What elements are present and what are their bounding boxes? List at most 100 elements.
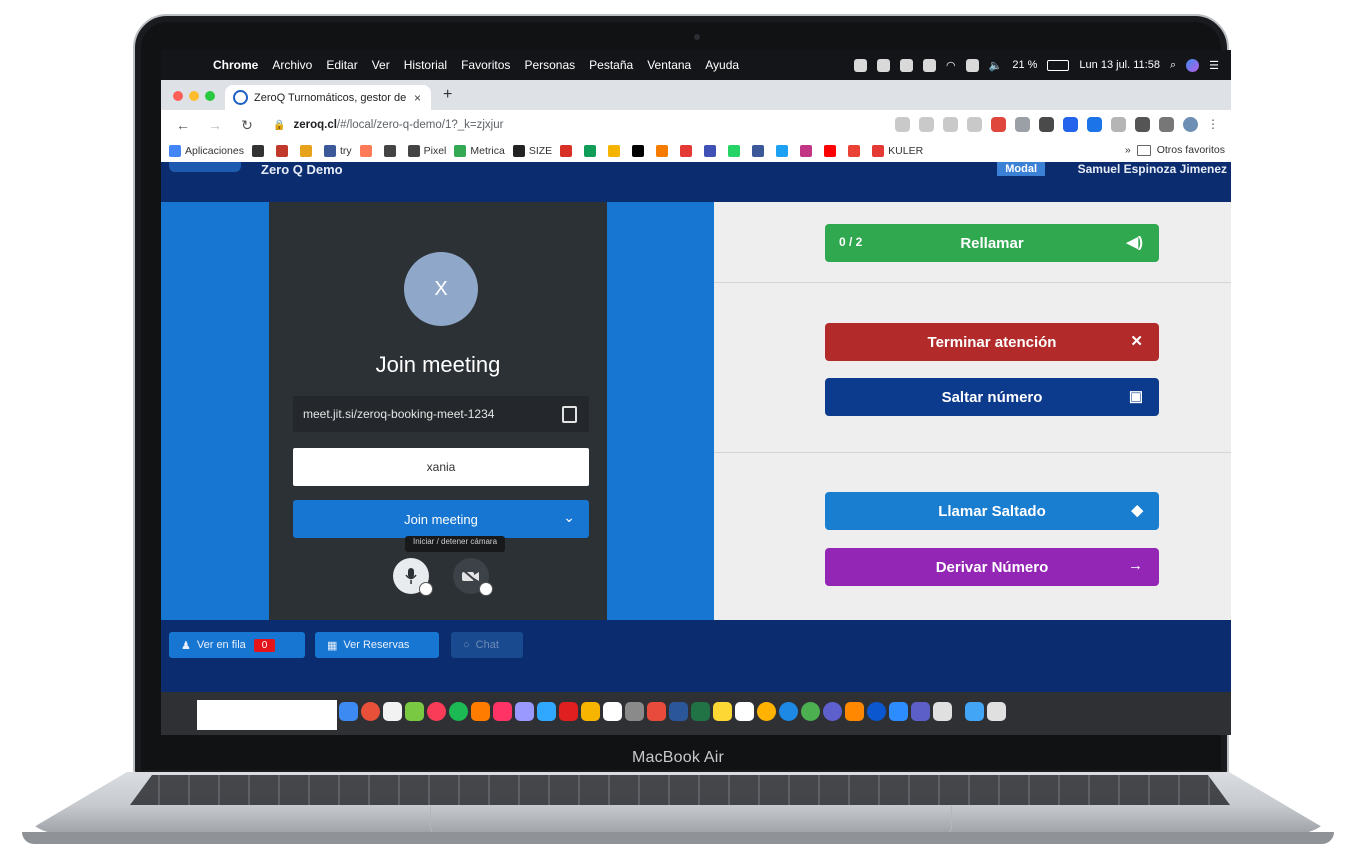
finish-attention-button[interactable]: Terminar atención ✕ [825, 323, 1159, 361]
bookmark[interactable] [632, 145, 648, 157]
calendar-app-icon[interactable] [383, 702, 402, 721]
add-icon[interactable] [919, 117, 934, 132]
vlc-icon[interactable] [845, 702, 864, 721]
display-name-input[interactable]: xania [293, 448, 589, 486]
teams-icon[interactable] [911, 702, 930, 721]
safari-icon[interactable] [779, 702, 798, 721]
bookmark[interactable] [299, 145, 316, 157]
notion-icon[interactable] [603, 702, 622, 721]
reload-icon[interactable]: ↻ [237, 117, 257, 134]
menu-item[interactable]: Historial [404, 58, 447, 72]
address-bar[interactable]: 🔒 zeroq.cl /#/local/zero-q-demo/1?_k=zjx… [273, 114, 853, 136]
word-icon[interactable] [669, 702, 688, 721]
extension-icon[interactable] [1087, 117, 1102, 132]
menu-item[interactable]: Ventana [647, 58, 691, 72]
other-bookmarks[interactable]: Otros favoritos [1157, 144, 1225, 156]
bookmark-pixel[interactable]: Pixel [407, 145, 446, 157]
camera-button[interactable] [453, 558, 493, 596]
lock-icon[interactable]: 🔒 [273, 120, 285, 131]
textedit-icon[interactable] [735, 702, 754, 721]
notes-icon[interactable] [713, 702, 732, 721]
menu-app-name[interactable]: Chrome [213, 58, 258, 72]
bookmark[interactable] [800, 145, 816, 157]
chrome-menu-icon[interactable]: ⋮ [1207, 117, 1219, 132]
downloads-folder-icon[interactable] [965, 702, 984, 721]
menu-item[interactable]: Favoritos [461, 58, 510, 72]
view-queue-button[interactable]: ♟ Ver en fila 0 [169, 632, 305, 658]
copy-icon[interactable] [562, 406, 577, 423]
back-icon[interactable]: ← [173, 117, 193, 133]
extension-icon[interactable] [1063, 117, 1078, 132]
battery-percent[interactable]: 21 % [1012, 59, 1037, 71]
browser-tab[interactable]: ZeroQ Turnomáticos, gestor de × [225, 85, 431, 110]
extension-icon[interactable] [991, 117, 1006, 132]
status-icon[interactable] [900, 58, 914, 72]
volume-icon[interactable]: 🔈 [989, 59, 1003, 72]
finder-icon[interactable] [339, 702, 358, 721]
airplay-icon[interactable] [965, 58, 979, 72]
new-tab-button[interactable]: + [443, 86, 452, 104]
settings-badge[interactable] [419, 582, 433, 596]
messenger-icon[interactable] [823, 702, 842, 721]
chat-button[interactable]: ○ Chat [451, 632, 523, 658]
reading-list-icon[interactable] [1159, 117, 1174, 132]
profile-avatar[interactable] [1183, 117, 1198, 132]
more-bookmarks-icon[interactable]: » [1125, 144, 1131, 156]
siri-icon[interactable] [1186, 58, 1200, 72]
bookmark-apps[interactable]: Aplicaciones [169, 145, 244, 157]
chrome-icon[interactable] [361, 702, 380, 721]
menu-item[interactable]: Personas [524, 58, 575, 72]
forward-icon[interactable]: → [205, 117, 225, 133]
photoshop-icon[interactable] [537, 702, 556, 721]
bookmark[interactable] [383, 145, 400, 157]
battery-icon[interactable] [1047, 59, 1070, 71]
zeroq-logo[interactable] [169, 162, 241, 172]
bookmark[interactable] [359, 145, 376, 157]
close-tab-icon[interactable]: × [414, 91, 421, 105]
status-icon[interactable] [877, 58, 891, 72]
menubar-clock[interactable]: Lun 13 jul. 11:58 [1079, 59, 1160, 71]
extension-icon[interactable] [1015, 117, 1030, 132]
bookmark[interactable] [704, 145, 720, 157]
spotify-icon[interactable] [449, 702, 468, 721]
menu-item[interactable]: Editar [326, 58, 357, 72]
close-window-button[interactable] [173, 91, 183, 101]
user-name[interactable]: Samuel Espinoza Jimenez [1078, 162, 1227, 176]
star-icon[interactable] [967, 117, 982, 132]
spotlight-icon[interactable]: ⌕ [1170, 59, 1176, 72]
menu-item[interactable]: Pestaña [589, 58, 633, 72]
join-meeting-button[interactable]: Join meeting ⌄ [293, 500, 589, 538]
whatsapp-icon[interactable] [801, 702, 820, 721]
extension-icon[interactable] [1111, 117, 1126, 132]
call-skipped-button[interactable]: Llamar Saltado ◆ [825, 492, 1159, 530]
bookmark-metrica[interactable]: Metrica [454, 145, 505, 157]
indesign-icon[interactable] [493, 702, 512, 721]
recall-button[interactable]: 0 / 2 Rellamar ◀) [825, 224, 1159, 262]
edge-icon[interactable] [867, 702, 886, 721]
excel-icon[interactable] [691, 702, 710, 721]
powerpoint-icon[interactable] [647, 702, 666, 721]
zoom-icon[interactable] [889, 702, 908, 721]
bookmark[interactable] [560, 145, 576, 157]
illustrator-icon[interactable] [471, 702, 490, 721]
system-preferences-icon[interactable] [933, 702, 952, 721]
transfer-number-button[interactable]: Derivar Número → [825, 548, 1159, 586]
trash-icon[interactable] [987, 702, 1006, 721]
menu-item[interactable]: Archivo [272, 58, 312, 72]
zoom-icon[interactable] [943, 117, 958, 132]
premiere-icon[interactable] [515, 702, 534, 721]
extension-icon[interactable] [1039, 117, 1054, 132]
bookmark[interactable] [776, 145, 792, 157]
extensions-puzzle-icon[interactable] [1135, 117, 1150, 132]
microphone-button[interactable] [393, 558, 433, 596]
maximize-window-button[interactable] [205, 91, 215, 101]
status-icon[interactable] [854, 58, 868, 72]
minimize-window-button[interactable] [189, 91, 199, 101]
menu-item[interactable]: Ver [372, 58, 390, 72]
notification-center-icon[interactable]: ☰ [1209, 59, 1219, 72]
wifi-icon[interactable]: ◠ [946, 59, 956, 72]
bookmark[interactable] [848, 145, 864, 157]
preview-icon[interactable] [405, 702, 424, 721]
chevron-down-icon[interactable]: ⌄ [563, 509, 575, 526]
status-icon[interactable] [923, 58, 937, 72]
